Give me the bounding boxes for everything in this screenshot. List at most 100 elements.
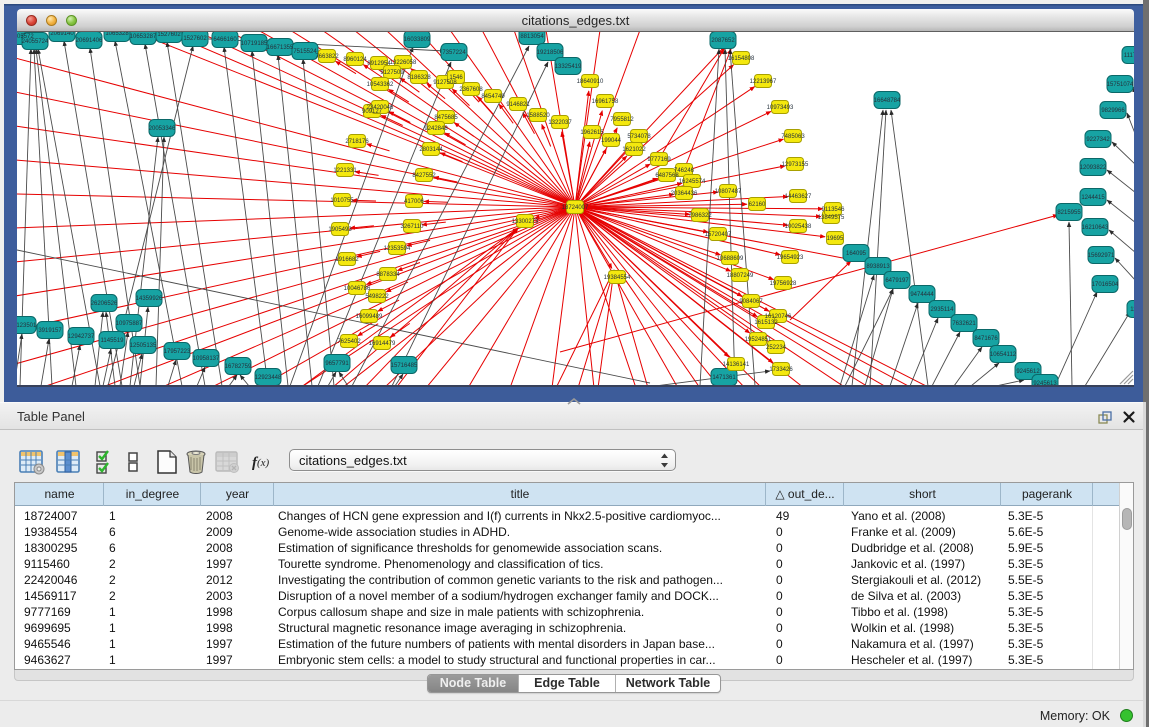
svg-text:1615132: 1615132 xyxy=(754,320,778,326)
svg-text:8454749: 8454749 xyxy=(481,94,505,100)
svg-text:16099489: 16099489 xyxy=(356,314,383,320)
svg-text:12973155: 12973155 xyxy=(782,162,809,168)
svg-text:1527602: 1527602 xyxy=(183,36,207,42)
svg-text:2935114: 2935114 xyxy=(931,307,955,313)
svg-text:8960124: 8960124 xyxy=(343,57,367,63)
svg-text:16210643: 16210643 xyxy=(1082,225,1109,231)
svg-text:1588520: 1588520 xyxy=(526,113,550,119)
svg-text:3919157: 3919157 xyxy=(38,328,62,334)
svg-text:16245574: 16245574 xyxy=(679,179,706,185)
svg-text:1145519: 1145519 xyxy=(101,338,125,344)
svg-text:12505135: 12505135 xyxy=(130,343,157,349)
svg-text:1962615: 1962615 xyxy=(580,130,604,136)
svg-text:8427552: 8427552 xyxy=(412,173,436,179)
svg-text:7515524: 7515524 xyxy=(293,49,317,55)
svg-text:7663822: 7663822 xyxy=(315,54,339,60)
svg-text:9127509: 9127509 xyxy=(380,70,404,76)
svg-text:13300273: 13300273 xyxy=(512,219,539,225)
svg-text:20364436: 20364436 xyxy=(671,191,698,197)
svg-text:14136141: 14136141 xyxy=(723,362,750,368)
svg-text:12942737: 12942737 xyxy=(68,334,95,340)
svg-text:12923448: 12923448 xyxy=(255,375,282,381)
svg-text:1621022: 1621022 xyxy=(622,147,646,153)
svg-text:19218506: 19218506 xyxy=(537,50,564,56)
svg-text:24055724: 24055724 xyxy=(22,39,49,45)
svg-text:10719185: 10719185 xyxy=(241,41,268,47)
svg-text:5734078: 5734078 xyxy=(627,134,651,140)
svg-text:1471361: 1471361 xyxy=(712,375,736,381)
svg-text:2367608: 2367608 xyxy=(459,87,483,93)
svg-text:15751074: 15751074 xyxy=(1107,82,1134,88)
svg-text:26206526: 26206526 xyxy=(91,301,118,307)
svg-text:14463627: 14463627 xyxy=(785,194,812,200)
svg-text:9242848: 9242848 xyxy=(424,126,448,132)
svg-text:10046786: 10046786 xyxy=(344,286,371,292)
svg-text:19384554: 19384554 xyxy=(604,275,631,281)
svg-text:13325419: 13325419 xyxy=(555,64,582,70)
svg-text:13849575: 13849575 xyxy=(818,215,845,221)
svg-text:19695: 19695 xyxy=(827,236,844,242)
svg-text:9245612: 9245612 xyxy=(1016,369,1040,375)
svg-text:10807487: 10807487 xyxy=(715,189,742,195)
svg-text:1221331: 1221331 xyxy=(333,168,357,174)
svg-text:19756928: 19756928 xyxy=(770,281,797,287)
svg-text:16914479: 16914479 xyxy=(369,341,396,347)
svg-text:5498222: 5498222 xyxy=(365,294,389,300)
svg-text:164095: 164095 xyxy=(846,251,867,257)
svg-text:14359926: 14359926 xyxy=(136,296,163,302)
svg-text:19524851: 19524851 xyxy=(745,337,772,343)
svg-text:14123501: 14123501 xyxy=(17,323,37,329)
svg-text:18724007: 18724007 xyxy=(562,205,589,211)
svg-text:2069140: 2069140 xyxy=(50,32,74,37)
svg-text:1010755: 1010755 xyxy=(330,198,354,204)
svg-text:62160: 62160 xyxy=(749,202,766,208)
svg-text:1117524: 1117524 xyxy=(1124,53,1134,59)
svg-text:1065328: 1065328 xyxy=(105,32,129,37)
svg-text:8813054: 8813054 xyxy=(520,34,544,40)
svg-text:7632621: 7632621 xyxy=(952,321,976,327)
svg-text:6479197: 6479197 xyxy=(885,278,909,284)
svg-text:9657791: 9657791 xyxy=(325,361,349,367)
svg-text:2087652: 2087652 xyxy=(711,38,735,44)
svg-text:20053346: 20053346 xyxy=(149,126,176,132)
svg-text:7485063: 7485063 xyxy=(781,134,805,140)
svg-text:7625402: 7625402 xyxy=(337,339,361,345)
svg-text:417006: 417006 xyxy=(404,199,425,205)
svg-text:8475685: 8475685 xyxy=(434,115,458,121)
svg-text:199044: 199044 xyxy=(601,138,622,144)
svg-text:1527602: 1527602 xyxy=(157,32,181,38)
svg-text:9777169: 9777169 xyxy=(647,157,671,163)
svg-text:252234: 252234 xyxy=(766,345,787,351)
svg-text:8878334: 8878334 xyxy=(376,272,400,278)
svg-text:3267110: 3267110 xyxy=(401,224,425,230)
svg-text:12353594: 12353594 xyxy=(384,246,411,252)
svg-text:8471676: 8471676 xyxy=(974,336,998,342)
svg-text:8215955: 8215955 xyxy=(1057,210,1081,216)
svg-text:16961758: 16961758 xyxy=(592,99,619,105)
svg-text:2803144: 2803144 xyxy=(419,147,443,153)
svg-text:9227342: 9227342 xyxy=(1086,137,1110,143)
svg-text:10543362: 10543362 xyxy=(367,82,394,88)
svg-text:10973493: 10973493 xyxy=(767,105,794,111)
svg-text:13226058: 13226058 xyxy=(390,60,417,66)
svg-text:18807249: 18807249 xyxy=(727,273,754,279)
svg-text:10958137: 10958137 xyxy=(193,356,220,362)
svg-text:10653287: 10653287 xyxy=(130,34,157,40)
svg-text:23420046: 23420046 xyxy=(367,105,394,111)
svg-text:16782759: 16782759 xyxy=(225,364,252,370)
svg-text:9146821: 9146821 xyxy=(506,102,530,108)
svg-text:7357224: 7357224 xyxy=(442,50,466,56)
svg-text:1546: 1546 xyxy=(449,75,463,81)
svg-text:18640910: 18640910 xyxy=(577,79,604,85)
svg-text:17016504: 17016504 xyxy=(1092,282,1119,288)
svg-text:1733426: 1733426 xyxy=(769,367,793,373)
svg-text:15716485: 15716485 xyxy=(391,363,418,369)
svg-text:10688609: 10688609 xyxy=(717,256,744,262)
svg-text:16154808: 16154808 xyxy=(728,56,755,62)
svg-text:19654923: 19654923 xyxy=(777,255,804,261)
svg-text:8938913: 8938913 xyxy=(866,264,890,270)
svg-text:1916682: 1916682 xyxy=(335,257,359,263)
svg-text:16648784: 16648784 xyxy=(874,98,901,104)
svg-text:10025438: 10025438 xyxy=(785,224,812,230)
svg-text:12093822: 12093822 xyxy=(1080,165,1107,171)
